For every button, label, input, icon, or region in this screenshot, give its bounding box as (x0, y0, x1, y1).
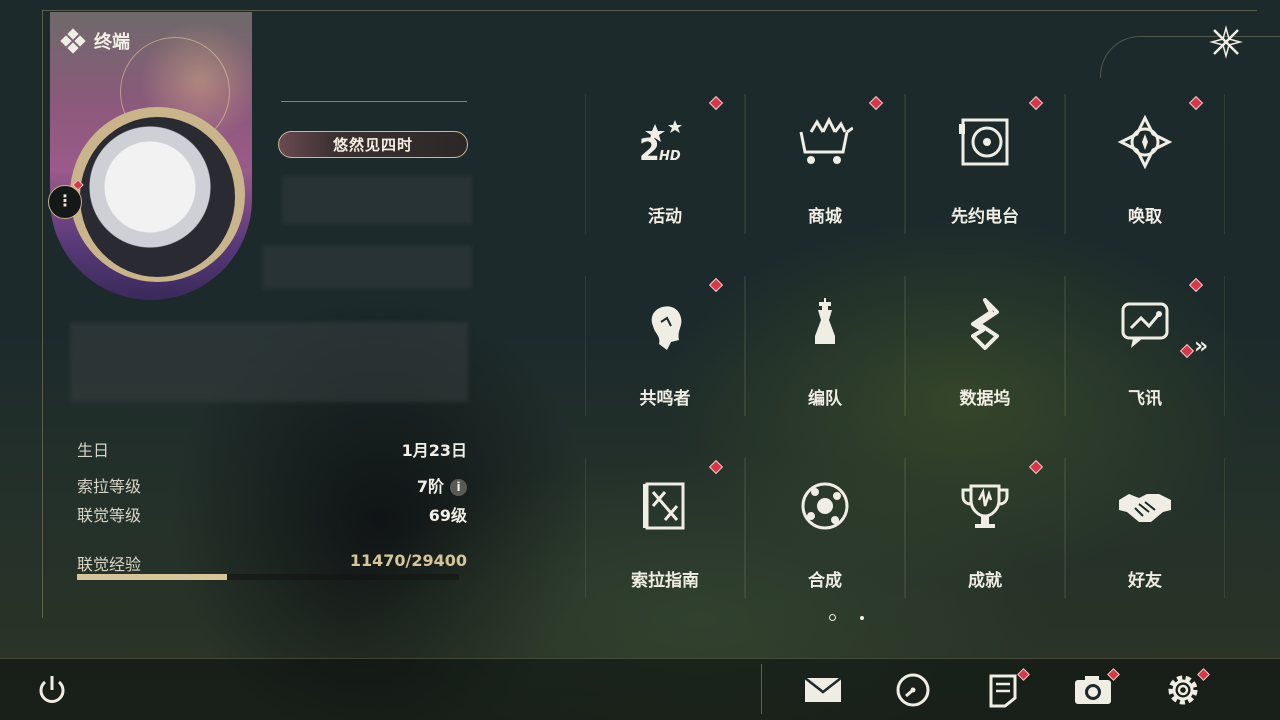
handshake-icon (1119, 494, 1171, 522)
sola-level-row: 7阶 i (417, 473, 467, 497)
close-button[interactable] (1206, 22, 1246, 62)
tile-summon[interactable]: 唤取 (1065, 94, 1225, 234)
bottom-divider (761, 664, 762, 714)
next-page-button[interactable]: » (1180, 334, 1220, 362)
tile-data-bank-label: 数据坞 (959, 389, 1011, 409)
shop-cart-icon (799, 116, 853, 164)
terminal-icon (60, 28, 86, 54)
tile-achievement[interactable]: 成就 (905, 458, 1065, 598)
settings-button[interactable] (1163, 670, 1203, 710)
tile-activity-label: 活动 (648, 207, 682, 227)
settings-gear-icon (1168, 675, 1198, 705)
camera-icon (1075, 676, 1111, 704)
power-icon (39, 676, 65, 703)
frame-left-line (42, 10, 43, 618)
sola-level-label: 索拉等级 (77, 477, 142, 496)
camera-button[interactable] (1073, 670, 1113, 710)
tile-team-label: 编队 (808, 389, 842, 409)
tile-badge (708, 95, 724, 111)
chess-team-icon (815, 298, 835, 344)
svg-text:HD: HD (659, 149, 681, 164)
frame-top-line (42, 10, 1257, 11)
data-bank-icon (971, 298, 999, 350)
notice-icon (989, 674, 1017, 708)
tile-radio-label: 先约电台 (951, 207, 1019, 227)
tile-team[interactable]: 编队 (745, 276, 905, 416)
title-badge-label: 悠然见四时 (332, 136, 413, 154)
tile-badge (708, 277, 724, 293)
tile-guide-label: 索拉指南 (631, 571, 699, 591)
clock-icon (896, 673, 930, 707)
tile-resonator-label: 共鸣者 (639, 389, 691, 409)
power-button[interactable] (32, 670, 72, 710)
union-level-label: 联觉等级 (77, 506, 142, 525)
player-info-blurred (262, 245, 472, 289)
union-xp-label: 联觉经验 (77, 555, 142, 574)
resonator-icon (651, 306, 682, 350)
tile-badge (1188, 277, 1204, 293)
tile-shop-label: 商城 (808, 207, 842, 227)
page-indicator-current[interactable] (829, 614, 836, 621)
tile-message-label: 飞讯 (1128, 389, 1162, 409)
tile-radio[interactable]: 先约电台 (905, 94, 1065, 234)
chevron-right-double-icon: » (1194, 334, 1209, 359)
avatar-card[interactable] (50, 12, 252, 300)
synthesis-icon (801, 482, 849, 530)
birthday-value: 1月23日 (401, 441, 467, 460)
tile-badge (1028, 95, 1044, 111)
event-icon: 2 HD (639, 120, 682, 168)
tile-synthesis-label: 合成 (808, 571, 842, 591)
mail-button[interactable] (803, 670, 843, 710)
tile-resonator[interactable]: 共鸣者 (585, 276, 745, 416)
message-icon (1121, 302, 1169, 348)
mail-icon (804, 677, 842, 702)
tile-activity[interactable]: 2 HD 活动 (585, 94, 745, 234)
tile-badge (708, 459, 724, 475)
page-indicator[interactable] (860, 616, 864, 620)
tile-friends[interactable]: 好友 (1065, 458, 1225, 598)
tile-friends-label: 好友 (1128, 571, 1162, 591)
title-badge[interactable]: 悠然见四时 (278, 131, 468, 158)
frame-corner (1100, 36, 1280, 78)
tile-badge (868, 95, 884, 111)
notice-button[interactable] (983, 670, 1023, 710)
guide-book-icon (643, 482, 685, 530)
tile-shop[interactable]: 商城 (745, 94, 905, 234)
info-icon[interactable]: i (450, 479, 467, 496)
union-xp-bar-fill (77, 574, 227, 580)
summon-compass-icon (1117, 114, 1173, 170)
trophy-icon (961, 484, 1009, 528)
tile-summon-label: 唤取 (1128, 207, 1162, 227)
tile-synthesis[interactable]: 合成 (745, 458, 905, 598)
terminal-header: 终端 (60, 28, 130, 54)
union-level-value: 69级 (428, 506, 467, 525)
tile-data-bank[interactable]: 数据坞 (905, 276, 1065, 416)
radio-icon (959, 118, 1009, 166)
close-icon (1209, 25, 1243, 59)
avatar (80, 117, 235, 277)
tile-badge (1188, 95, 1204, 111)
clock-button[interactable] (893, 670, 933, 710)
sola-level-value: 7阶 (416, 477, 444, 496)
player-name-divider (281, 101, 467, 102)
player-uid-blurred (282, 176, 472, 224)
union-xp-value: 11470/29400 (349, 551, 467, 570)
page-title: 终端 (94, 32, 130, 53)
tile-achievement-label: 成就 (968, 571, 1002, 591)
birthday-label: 生日 (77, 441, 110, 460)
tile-badge (1028, 459, 1044, 475)
tile-guide[interactable]: 索拉指南 (585, 458, 745, 598)
signature-blurred[interactable] (70, 322, 468, 402)
